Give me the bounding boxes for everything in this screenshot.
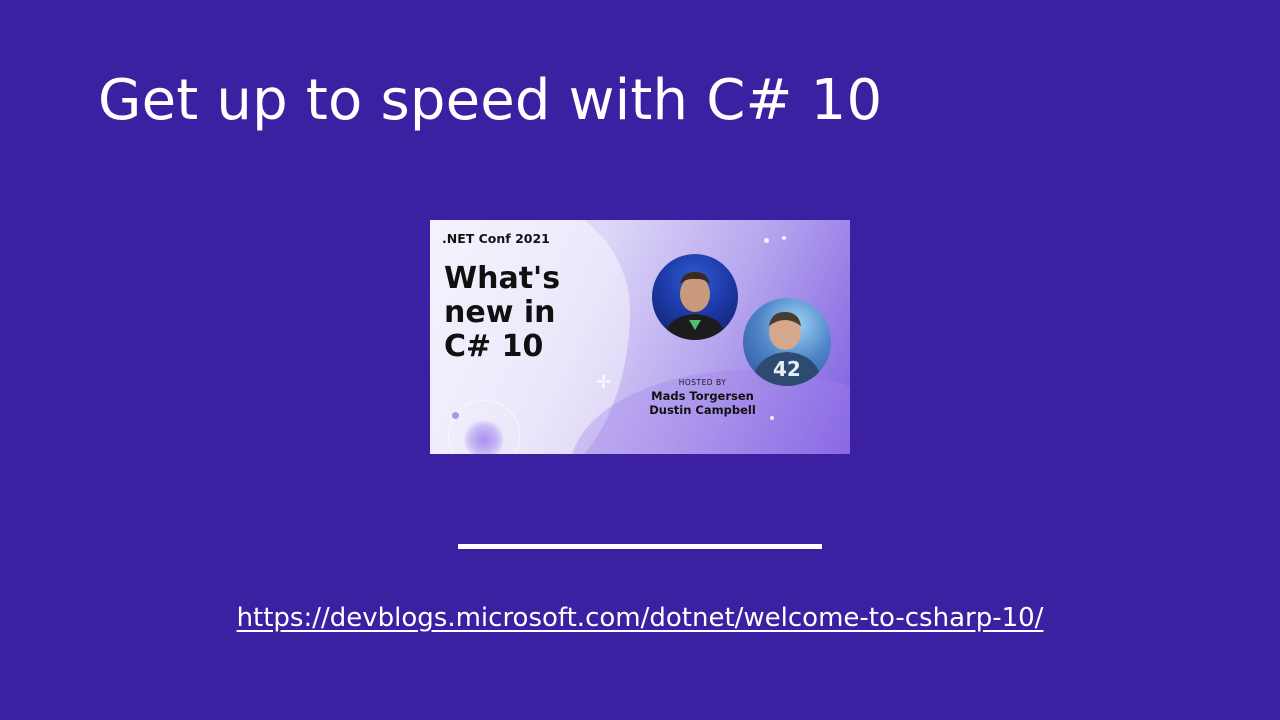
sparkle-icon: ✛ bbox=[596, 372, 612, 393]
decorative-dot bbox=[782, 236, 786, 240]
decorative-glow bbox=[464, 420, 504, 454]
shirt-number: 42 bbox=[773, 357, 801, 381]
speaker-photo-mads bbox=[652, 254, 738, 340]
event-label: .NET Conf 2021 bbox=[442, 231, 550, 246]
decorative-dot bbox=[452, 412, 459, 419]
session-title: What's new in C# 10 bbox=[444, 261, 561, 364]
slide-title: Get up to speed with C# 10 bbox=[98, 68, 883, 133]
host-name: Dustin Campbell bbox=[649, 403, 756, 417]
host-name: Mads Torgersen bbox=[651, 389, 754, 403]
video-thumbnail[interactable]: ✛ .NET Conf 2021 What's new in C# 10 42 … bbox=[430, 220, 850, 454]
divider-line bbox=[458, 544, 822, 549]
hosted-by-label: HOSTED BY bbox=[678, 378, 727, 387]
blog-link[interactable]: https://devblogs.microsoft.com/dotnet/we… bbox=[0, 603, 1280, 633]
speaker-photo-dustin: 42 bbox=[743, 298, 831, 386]
decorative-dot bbox=[764, 238, 769, 243]
